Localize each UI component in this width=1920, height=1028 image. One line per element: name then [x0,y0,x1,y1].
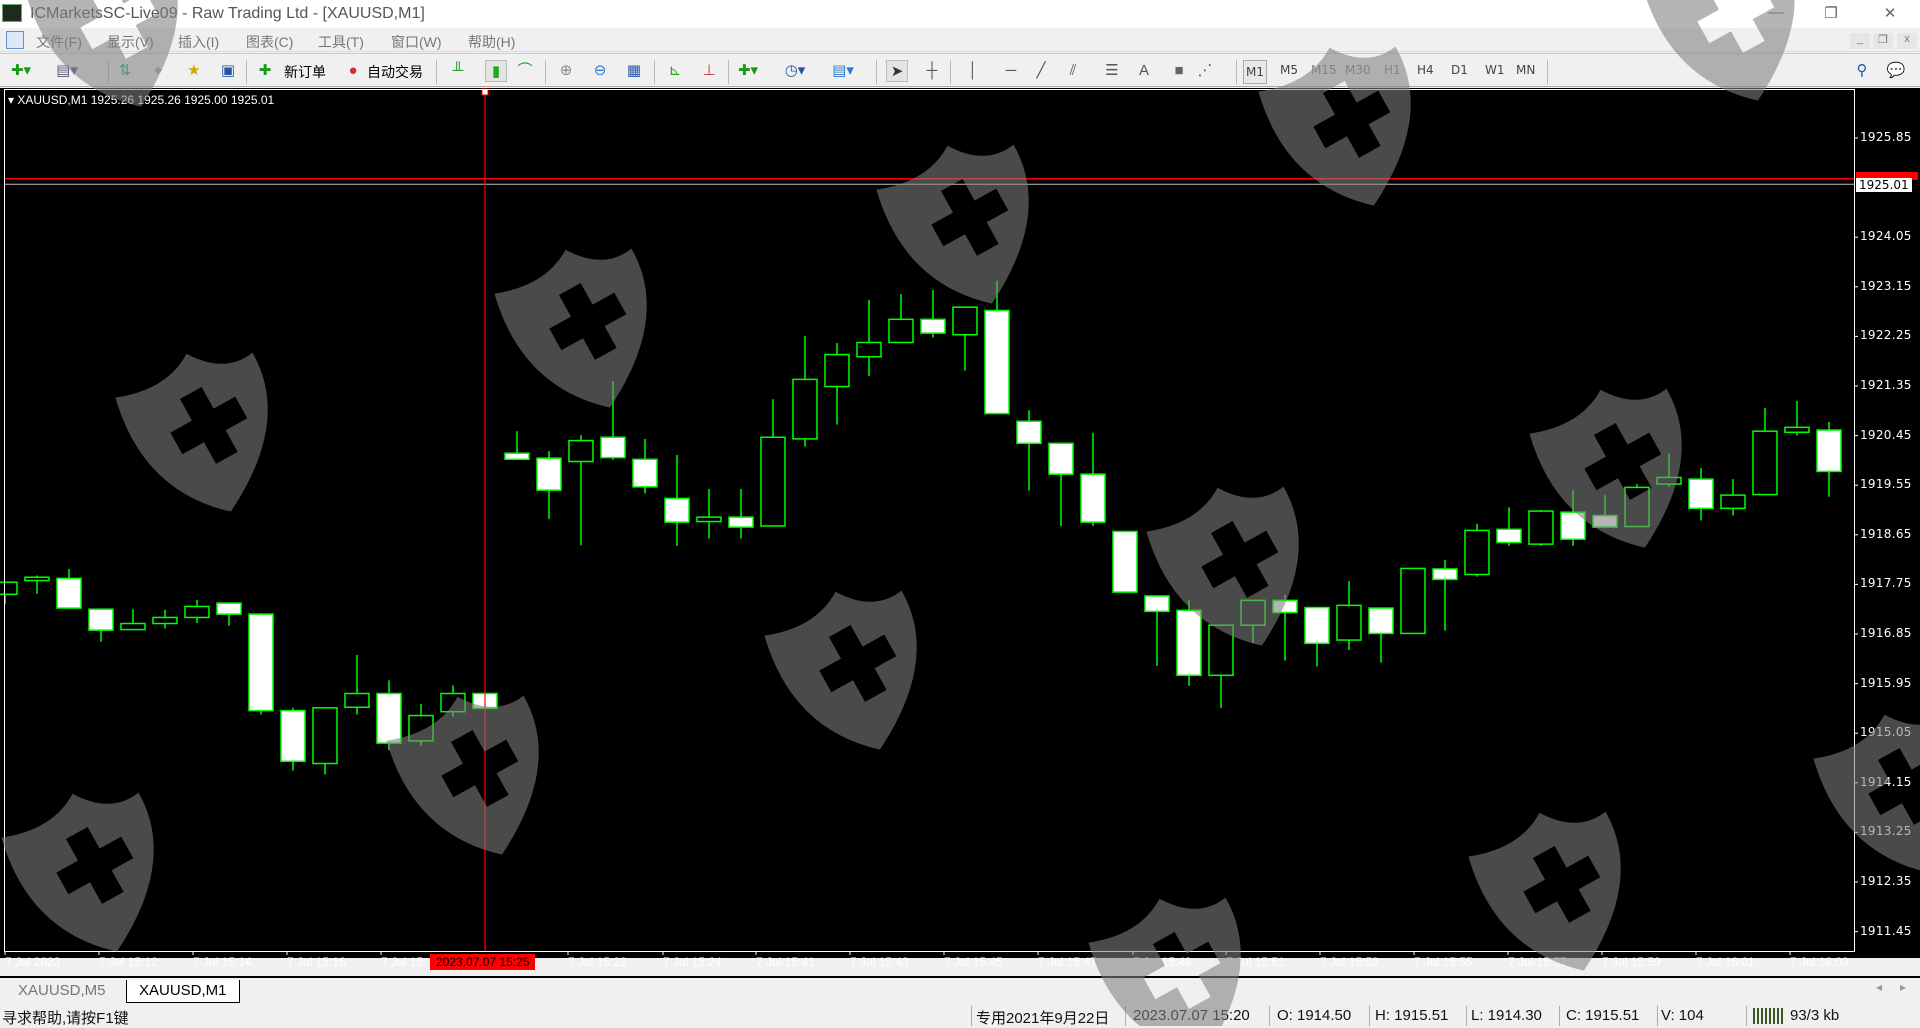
time-tick-label: 7 Jul 15:43 [850,955,909,969]
price-tick-label: 1919.55 [1860,477,1912,492]
chart-frame [4,89,1855,952]
time-tick-label: 7 Jul 15:49 [1133,955,1192,969]
connection-bars-icon [1753,1008,1783,1024]
status-open: O: 1914.50 [1277,1007,1352,1024]
status-close: C: 1915.51 [1566,1007,1640,1024]
time-tick-label: 7 Jul 16:01 [1696,955,1755,969]
status-volume: V: 104 [1661,1007,1704,1024]
price-tick-label: 1924.05 [1860,229,1912,244]
status-bar: 寻求帮助,请按F1键 专用2021年9月22日 2023.07.07 15:20… [0,1004,1920,1027]
status-high: H: 1915.51 [1375,1007,1449,1024]
time-tick-label: 7 Jul 15: [381,955,427,969]
time-tick-label: 7 Jul 15:53 [1320,955,1379,969]
price-tick-label: 1923.15 [1860,278,1912,293]
status-separator [1466,1006,1467,1026]
time-tick-label: 7 Jul 15:22 [568,955,627,969]
time-tick-label: 7 Jul 15:16 [287,955,346,969]
status-profile: 专用2021年9月22日 [976,1010,1110,1027]
status-separator [1369,1006,1370,1026]
crosshair-time-label: 2023.07.07 15:25 [430,954,536,970]
tab-xauusd-m5[interactable]: XAUUSD,M5 [6,980,118,1003]
time-tick-label: 7 Jul 15:55 [1414,955,1473,969]
tab-xauusd-m1[interactable]: XAUUSD,M1 [126,980,240,1003]
price-tick-label: 1912.35 [1860,873,1912,888]
price-tick-label: 1914.15 [1860,774,1912,789]
price-tick-label: 1918.65 [1860,526,1912,541]
time-tick-label: 7 Jul 15:12 [99,955,158,969]
status-traffic: 93/3 kb [1790,1007,1840,1024]
price-tick-label: 1911.45 [1860,923,1912,938]
chart-tabs: XAUUSD,M5 XAUUSD,M1 ◂ ▸ [0,976,1920,1003]
status-separator [971,1006,972,1026]
status-help-text: 寻求帮助,请按F1键 [2,1010,129,1027]
status-separator [1559,1006,1560,1026]
price-tick-label: 1920.45 [1860,427,1912,442]
status-separator [1657,1006,1658,1026]
time-tick-label: 7 Jul 15:47 [1038,955,1097,969]
price-tick-label: 1916.85 [1860,625,1912,640]
price-tick-label: 1915.95 [1860,675,1912,690]
status-separator [1269,1006,1270,1026]
status-low: L: 1914.30 [1471,1007,1542,1024]
legend-text: XAUUSD,M1 1925.26 1925.26 1925.00 1925.0… [17,93,275,107]
time-tick-label: 7 Jul 15:51 [1226,955,1285,969]
price-tick-label: 1917.75 [1860,576,1912,591]
price-tick-label: 1913.25 [1860,824,1912,839]
chart-legend: ▾ XAUUSD,M1 1925.26 1925.26 1925.00 1925… [8,93,275,107]
time-tick-label: 7 Jul 15:45 [944,955,1003,969]
price-tick-label: 1921.35 [1860,377,1912,392]
price-tick-label: 1925.85 [1860,130,1912,144]
tab-scroll-left-icon[interactable]: ◂ [1876,980,1882,994]
status-separator [1746,1006,1747,1026]
bid-price-label: 1925.01 [1856,178,1912,192]
tab-scroll-right-icon[interactable]: ▸ [1900,980,1906,994]
time-tick-label: 7 Jul 15:14 [193,955,252,969]
time-tick-label: 7 Jul 2023 [5,955,61,969]
status-separator [1125,1006,1126,1026]
time-tick-label: 7 Jul 15:24 [663,955,722,969]
time-tick-label: 7 Jul 15:41 [756,955,815,969]
price-tick-label: 1915.05 [1860,725,1912,740]
time-tick-label: 7 Jul 15:59 [1602,955,1661,969]
status-datetime: 2023.07.07 15:20 [1133,1007,1250,1024]
time-tick-label: 7 Jul 15:57 [1508,955,1567,969]
time-tick-label: 7 Jul 16:03 [1790,955,1849,969]
price-tick-label: 1922.25 [1860,328,1912,343]
